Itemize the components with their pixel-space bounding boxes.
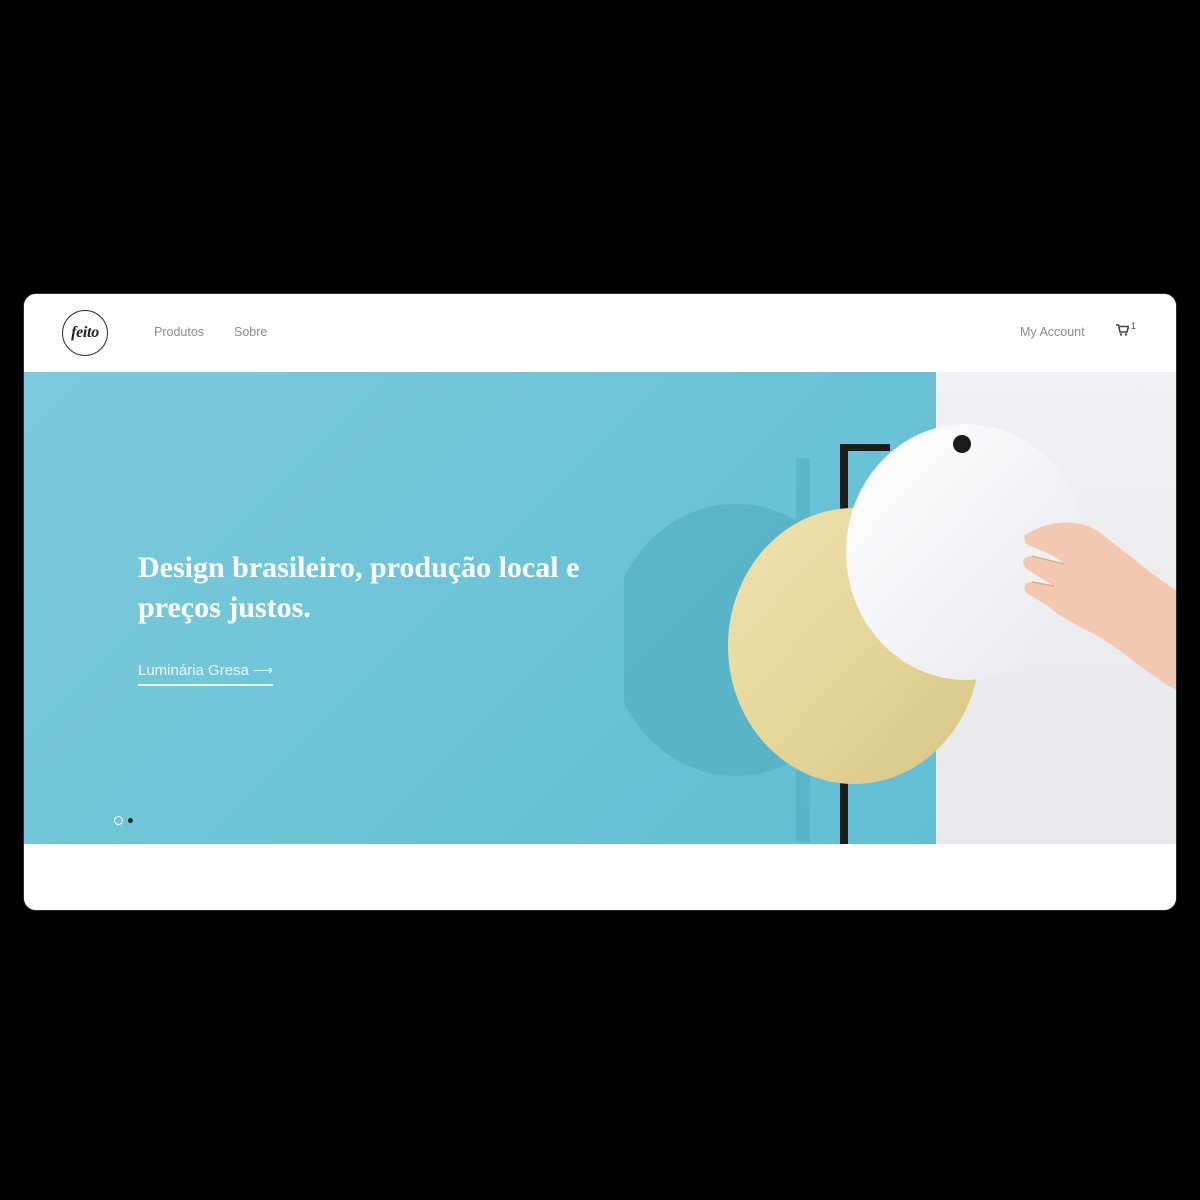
top-navbar: feito Produtos Sobre My Account 1 [24,294,1176,372]
hero-headline: Design brasileiro, produção local e preç… [138,551,580,624]
browser-window: feito Produtos Sobre My Account 1 Design… [24,294,1176,910]
brand-logo[interactable]: feito [62,310,108,356]
my-account-link[interactable]: My Account [1020,325,1085,339]
carousel-dots [114,816,133,825]
hero-banner: Design brasileiro, produção local e preç… [24,372,1176,844]
cart-icon [1116,324,1129,336]
nav-link-sobre[interactable]: Sobre [234,325,267,339]
content-area [24,844,1176,910]
arrow-right-icon: ⟶ [252,662,273,678]
brand-logo-text: feito [71,324,99,341]
carousel-dot-2[interactable] [128,818,133,823]
lamp-product-image [624,424,1176,844]
hero-cta-label: Luminária Gresa [138,662,249,679]
nav-link-produtos[interactable]: Produtos [154,325,204,339]
cart-count-badge: 1 [1131,321,1137,331]
hero-cta-link[interactable]: Luminária Gresa ⟶ [138,662,273,686]
carousel-dot-1[interactable] [114,816,123,825]
cart-button[interactable]: 1 [1116,321,1137,340]
